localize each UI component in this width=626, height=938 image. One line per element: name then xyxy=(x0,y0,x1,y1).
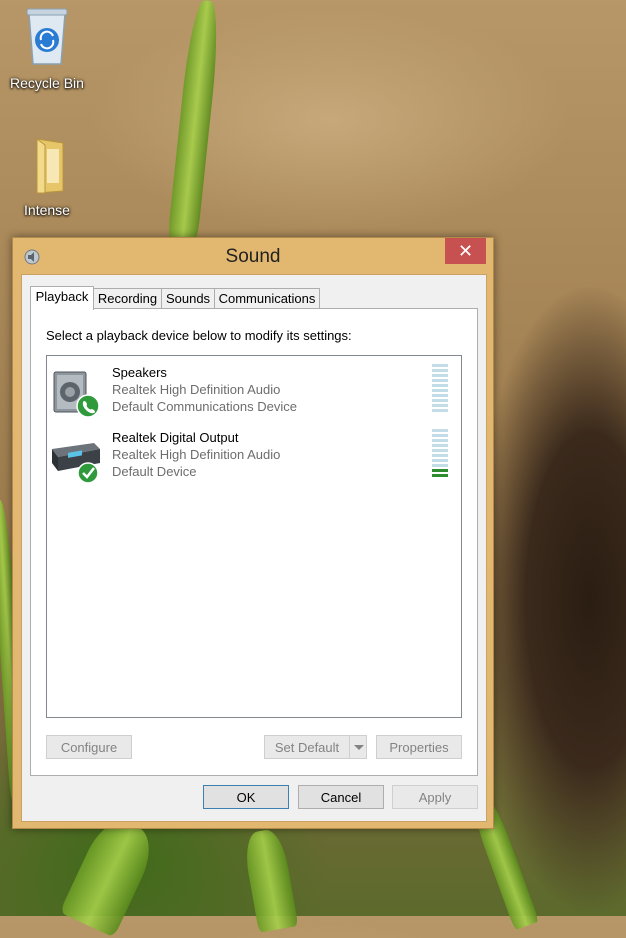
level-meter-segment xyxy=(432,394,448,397)
desktop-icon-label: Intense xyxy=(24,202,70,218)
level-meter-segment xyxy=(432,459,448,462)
playback-tab-panel: Select a playback device below to modify… xyxy=(30,308,478,776)
device-status: Default Device xyxy=(112,464,197,479)
tab-communications[interactable]: Communications xyxy=(214,288,320,309)
level-meter-segment xyxy=(432,454,448,457)
playback-device-list[interactable]: Speakers Realtek High Definition Audio D… xyxy=(46,355,462,718)
grass-blade xyxy=(241,827,299,933)
device-driver: Realtek High Definition Audio xyxy=(112,382,281,397)
recycle-bin-icon xyxy=(26,8,68,65)
instruction-text: Select a playback device below to modify… xyxy=(46,328,352,343)
folder-icon xyxy=(36,138,64,194)
set-default-split-button[interactable]: Set Default xyxy=(264,735,367,759)
checkmark-badge-icon xyxy=(77,462,99,483)
ok-button[interactable]: OK xyxy=(203,785,289,809)
level-meter-segment xyxy=(432,409,448,412)
level-meter-segment xyxy=(432,384,448,387)
properties-button[interactable]: Properties xyxy=(376,735,462,759)
apply-button[interactable]: Apply xyxy=(392,785,478,809)
window-title: Sound xyxy=(225,246,281,267)
device-item-realtek-digital-output[interactable]: Realtek Digital Output Realtek High Defi… xyxy=(47,425,461,487)
chevron-down-icon xyxy=(354,745,364,750)
level-meter-segment xyxy=(432,374,448,377)
level-meter-segment xyxy=(432,469,448,472)
level-meter-segment xyxy=(432,464,448,467)
grass-blade xyxy=(167,0,223,241)
level-meter-segment xyxy=(432,439,448,442)
level-meter-segment xyxy=(432,364,448,367)
level-meter-segment xyxy=(432,369,448,372)
level-meter-segment xyxy=(432,444,448,447)
level-meter-segment xyxy=(432,434,448,437)
tab-playback[interactable]: Playback xyxy=(30,286,94,310)
device-item-speakers[interactable]: Speakers Realtek High Definition Audio D… xyxy=(47,360,461,422)
phone-badge-icon xyxy=(76,394,100,418)
level-meter-segment xyxy=(432,389,448,392)
cancel-button[interactable]: Cancel xyxy=(298,785,384,809)
device-name: Realtek Digital Output xyxy=(112,430,239,445)
level-meter xyxy=(432,364,448,414)
configure-button[interactable]: Configure xyxy=(46,735,132,759)
dropdown-arrow[interactable] xyxy=(349,736,368,758)
desktop-icon-intense-folder[interactable]: Intense xyxy=(7,135,87,218)
level-meter-segment xyxy=(432,474,448,477)
device-driver: Realtek High Definition Audio xyxy=(112,447,281,462)
sound-dialog: Sound ✕ Playback Recording Sounds Commun… xyxy=(12,237,494,829)
desktop-icon-recycle-bin[interactable]: Recycle Bin xyxy=(7,6,87,91)
level-meter xyxy=(432,429,448,479)
speaker-icon xyxy=(53,371,100,418)
grass-blade xyxy=(59,812,161,938)
device-status: Default Communications Device xyxy=(112,399,297,414)
level-meter-segment xyxy=(432,429,448,432)
desktop-icon-label: Recycle Bin xyxy=(10,75,84,91)
level-meter-segment xyxy=(432,404,448,407)
digital-receiver-icon xyxy=(52,443,100,483)
level-meter-segment xyxy=(432,379,448,382)
title-bar[interactable]: Sound ✕ xyxy=(13,238,493,274)
level-meter-segment xyxy=(432,449,448,452)
device-name: Speakers xyxy=(112,365,167,380)
tab-sounds[interactable]: Sounds xyxy=(161,288,215,309)
tab-recording[interactable]: Recording xyxy=(93,288,162,309)
set-default-label: Set Default xyxy=(274,740,340,755)
dialog-client-area: Playback Recording Sounds Communications… xyxy=(21,274,487,822)
level-meter-segment xyxy=(432,399,448,402)
close-button[interactable]: ✕ xyxy=(445,238,486,264)
